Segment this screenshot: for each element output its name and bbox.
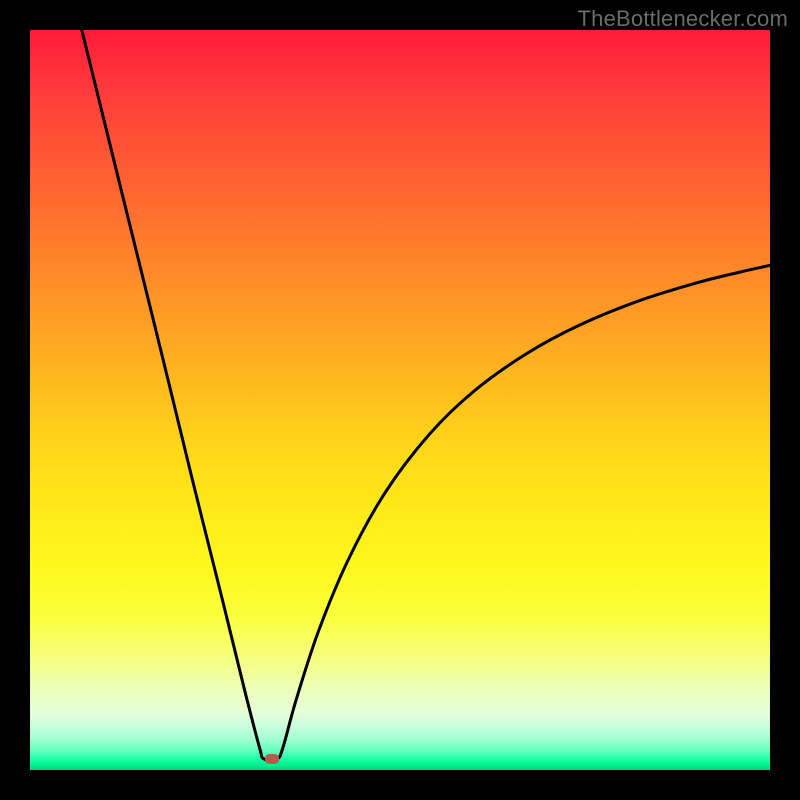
bottleneck-curve [30,30,770,770]
attribution-text: TheBottlenecker.com [578,6,788,32]
plot-area [30,30,770,770]
chart-frame: TheBottlenecker.com [0,0,800,800]
optimal-point-marker [265,754,279,764]
